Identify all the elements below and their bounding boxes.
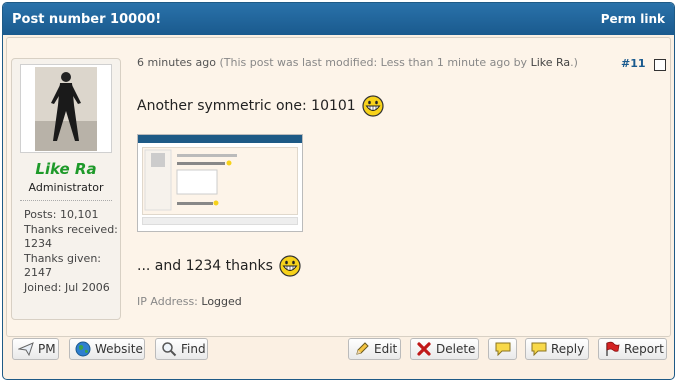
delete-label: Delete [436, 342, 476, 356]
edit-label: Edit [374, 342, 398, 356]
thumbnail-body [142, 147, 298, 215]
thumbnail-footer [142, 217, 298, 225]
ip-value: Logged [201, 295, 242, 308]
poster-stats: Posts: 10,101 Thanks received: 1234 Than… [24, 208, 118, 295]
modified-text: (This post was last modified: Less than … [219, 56, 528, 69]
poster-username[interactable]: Like Ra [12, 160, 120, 178]
post-text-1: Another symmetric one: 10101 [137, 98, 356, 114]
edit-button[interactable]: Edit [348, 338, 401, 360]
post-meta: 6 minutes ago (This post was last modifi… [137, 56, 578, 69]
find-button[interactable]: Find [155, 338, 208, 360]
thumbnail-image [144, 149, 237, 211]
post-header: Post number 10000! Perm link [3, 3, 674, 35]
stat-thanks-received: Thanks received: 1234 [24, 222, 118, 251]
post-body-panel: Like Ra Administrator Posts: 10,101 Than… [6, 37, 671, 337]
quote-button[interactable] [488, 338, 517, 360]
globe-icon [75, 341, 91, 357]
post-time: 6 minutes ago [137, 56, 216, 69]
stat-joined: Joined: Jul 2006 [24, 280, 110, 294]
thumbnail-header [138, 135, 302, 143]
post-modified: (This post was last modified: Less than … [219, 56, 577, 69]
post-number[interactable]: #11 [621, 57, 646, 70]
pm-button[interactable]: PM [12, 338, 59, 360]
permlink[interactable]: Perm link [601, 12, 665, 26]
report-button[interactable]: Report [598, 338, 667, 360]
divider [20, 200, 112, 201]
delete-button[interactable]: Delete [410, 338, 479, 360]
post-screenshot-thumbnail[interactable] [137, 134, 303, 232]
avatar-image [35, 67, 97, 151]
website-button[interactable]: Website [69, 338, 145, 360]
website-label: Website [95, 342, 143, 356]
modified-by[interactable]: Like Ra [531, 56, 571, 69]
reply-button[interactable]: Reply [525, 338, 589, 360]
poster-role: Administrator [28, 181, 104, 194]
report-label: Report [624, 342, 664, 356]
delete-x-icon [417, 342, 431, 356]
stat-thanks-given: Thanks given: 2147 [24, 251, 101, 280]
pencil-icon [356, 342, 369, 355]
stat-posts: Posts: 10,101 [24, 208, 99, 221]
post-text-2: ... and 1234 thanks [137, 258, 273, 274]
paper-plane-icon [18, 342, 34, 356]
ip-address: IP Address: Logged [137, 295, 242, 308]
post-title: Post number 10000! [12, 11, 162, 27]
grin-smiley-icon [362, 95, 384, 117]
poster-info: Like Ra Administrator Posts: 10,101 Than… [11, 58, 121, 320]
post-line-2: ... and 1234 thanks [137, 255, 301, 277]
pm-label: PM [38, 342, 56, 356]
avatar[interactable] [20, 64, 112, 153]
modified-suffix: .) [570, 56, 578, 69]
post-line-1: Another symmetric one: 10101 [137, 95, 384, 117]
speech-bubble-icon [495, 342, 511, 356]
grin-smiley-icon [279, 255, 301, 277]
flag-icon [606, 341, 620, 356]
ip-label: IP Address: [137, 295, 198, 308]
reply-label: Reply [551, 342, 585, 356]
speech-bubble-icon [531, 342, 547, 356]
select-checkbox[interactable] [654, 59, 666, 71]
post-container: Post number 10000! Perm link Like Ra Adm… [2, 2, 675, 380]
magnifier-icon [162, 342, 177, 357]
find-label: Find [181, 342, 206, 356]
